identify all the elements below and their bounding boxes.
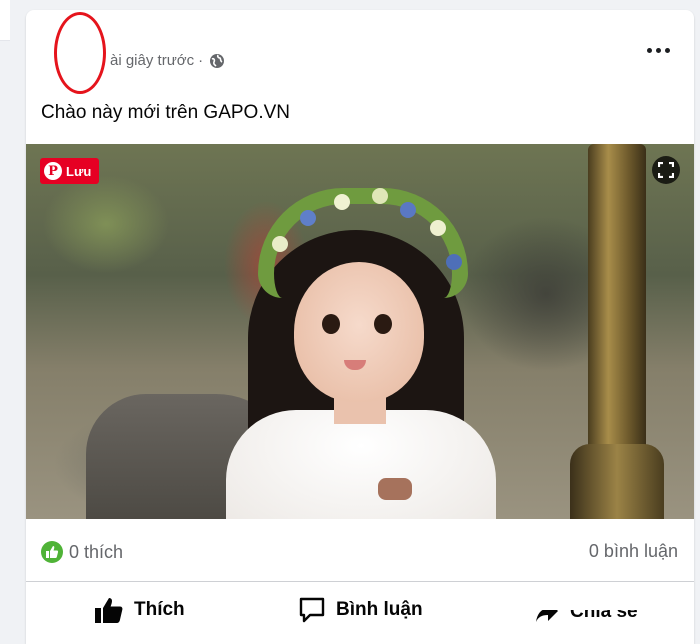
post-photo[interactable]: P Lưu — [26, 144, 694, 519]
crown-flower — [400, 202, 416, 218]
photo-eye-right — [374, 314, 392, 334]
post-text: Chào này mới trên GAPO.VN — [41, 102, 290, 123]
photo-flower-crown — [258, 188, 468, 298]
likes-text: 0 thích — [69, 541, 124, 562]
photo-eye-left — [322, 314, 340, 334]
background-panel — [0, 0, 10, 41]
globe-icon — [209, 53, 225, 69]
crown-flower — [446, 254, 462, 270]
crown-flower — [300, 210, 316, 226]
crown-flower — [430, 220, 446, 236]
save-label: Lưu — [66, 163, 92, 179]
more-options-button[interactable] — [640, 38, 676, 62]
post-timestamp[interactable]: ài giây trước — [110, 52, 194, 69]
crown-flower — [334, 194, 350, 210]
pinterest-save-button[interactable]: P Lưu — [40, 158, 100, 184]
post-card: ài giây trước · Chào này mới trên GAPO.V… — [26, 10, 694, 644]
comments-count[interactable]: 0 bình luận — [589, 541, 678, 562]
more-dot — [664, 47, 670, 53]
share-occlusion — [534, 596, 664, 610]
like-badge-icon — [41, 541, 63, 563]
like-label: Thích — [134, 599, 185, 620]
speech-bubble-icon — [299, 597, 325, 623]
photo-pole-base — [570, 444, 664, 519]
share-button[interactable]: Chia sẻ — [534, 596, 664, 626]
post-stats: 0 thích 0 bình luận — [26, 519, 694, 582]
action-bar: Thích Bình luận Chia sẻ — [26, 582, 694, 644]
photo-dress — [226, 410, 496, 519]
post-meta: ài giây trước · — [110, 52, 225, 69]
post-header: ài giây trước · — [26, 10, 694, 94]
thumbs-up-icon — [95, 598, 123, 623]
comment-button[interactable]: Bình luận — [298, 594, 423, 626]
more-dot — [655, 47, 661, 53]
like-count[interactable]: 0 thích — [41, 541, 123, 563]
crown-flower — [372, 188, 388, 204]
crown-flower — [272, 236, 288, 252]
meta-separator: · — [198, 52, 204, 69]
expand-icon — [658, 162, 674, 178]
annotation-oval — [54, 12, 106, 94]
comment-label: Bình luận — [336, 599, 423, 620]
expand-button[interactable] — [652, 156, 680, 184]
more-dots-icon — [646, 47, 652, 53]
photo-bow — [378, 478, 412, 500]
pinterest-icon: P — [44, 162, 62, 180]
like-button[interactable]: Thích — [94, 594, 185, 626]
